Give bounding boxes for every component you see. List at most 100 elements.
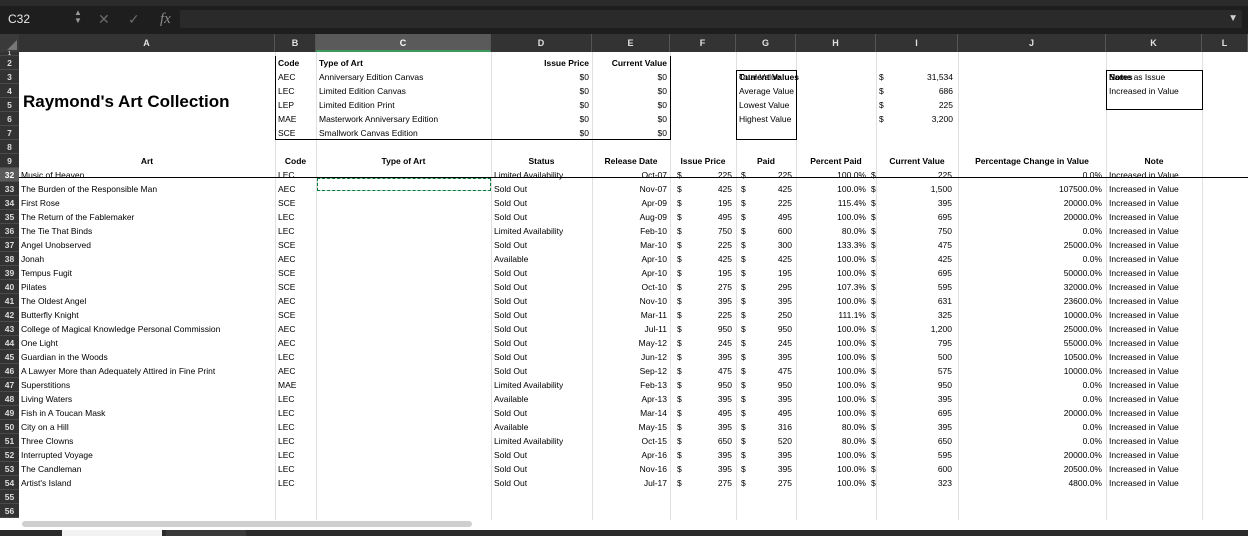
sheet-tab[interactable]	[166, 530, 246, 536]
release-date-cell[interactable]: Sep-12	[592, 364, 667, 378]
select-all-button[interactable]	[0, 34, 19, 52]
release-date-cell[interactable]: Apr-09	[592, 196, 667, 210]
note-cell[interactable]: Increased in Value	[1109, 238, 1179, 252]
release-date-cell[interactable]: Apr-10	[592, 252, 667, 266]
row-header-8[interactable]: 8	[0, 140, 19, 154]
status-cell[interactable]: Limited Availability	[494, 378, 563, 392]
percent-paid-cell[interactable]: 100.0%	[796, 364, 866, 378]
note-cell[interactable]: Increased in Value	[1109, 266, 1179, 280]
status-cell[interactable]: Limited Availability	[494, 434, 563, 448]
release-date-cell[interactable]: Mar-10	[592, 238, 667, 252]
percentage-change-cell[interactable]: 0.0%	[958, 168, 1102, 182]
table-header-note[interactable]: Note	[1106, 154, 1202, 168]
issue-price-cell[interactable]: 495	[670, 210, 732, 224]
note-cell[interactable]: Increased in Value	[1109, 350, 1179, 364]
code-cell[interactable]: SCE	[278, 266, 295, 280]
art-title-cell[interactable]: Jonah	[21, 252, 273, 266]
percentage-change-cell[interactable]: 4800.0%	[958, 476, 1102, 490]
spreadsheet-grid[interactable]: ABCDEFGHIJKL 1 2 3 4 5 6 7 8 9 32 33 34 35 36 37 38 39 40…	[0, 34, 1248, 530]
percent-paid-cell[interactable]: 107.3%	[796, 280, 866, 294]
code-cell[interactable]: LEC	[278, 210, 295, 224]
percent-paid-cell[interactable]: 100.0%	[796, 462, 866, 476]
status-cell[interactable]: Sold Out	[494, 462, 527, 476]
paid-cell[interactable]: 495	[736, 406, 792, 420]
release-date-cell[interactable]: Apr-13	[592, 392, 667, 406]
percentage-change-cell[interactable]: 10000.0%	[958, 308, 1102, 322]
row-header-36[interactable]: 36	[0, 224, 19, 238]
status-cell[interactable]: Sold Out	[494, 406, 527, 420]
note-cell[interactable]: Increased in Value	[1109, 308, 1179, 322]
status-cell[interactable]: Sold Out	[494, 294, 527, 308]
status-cell[interactable]: Sold Out	[494, 448, 527, 462]
release-date-cell[interactable]: Oct-07	[592, 168, 667, 182]
paid-cell[interactable]: 275	[736, 476, 792, 490]
paid-cell[interactable]: 600	[736, 224, 792, 238]
note-cell[interactable]: Increased in Value	[1109, 322, 1179, 336]
art-title-cell[interactable]: The Oldest Angel	[21, 294, 273, 308]
release-date-cell[interactable]: Nov-10	[592, 294, 667, 308]
percentage-change-cell[interactable]: 10500.0%	[958, 350, 1102, 364]
current-value-cell[interactable]: 950	[876, 378, 952, 392]
art-title-cell[interactable]: First Rose	[21, 196, 273, 210]
row-header-35[interactable]: 35	[0, 210, 19, 224]
percentage-change-cell[interactable]: 25000.0%	[958, 238, 1102, 252]
row-header-53[interactable]: 53	[0, 462, 19, 476]
row-header-42[interactable]: 42	[0, 308, 19, 322]
current-value-cell[interactable]: 425	[876, 252, 952, 266]
code-cell[interactable]: AEC	[278, 322, 295, 336]
note-cell[interactable]: Increased in Value	[1109, 448, 1179, 462]
table-header-paid[interactable]: Paid	[736, 154, 796, 168]
note-cell[interactable]: Increased in Value	[1109, 462, 1179, 476]
current-value-cell[interactable]: 395	[876, 196, 952, 210]
issue-price-cell[interactable]: 275	[670, 280, 732, 294]
row-header-51[interactable]: 51	[0, 434, 19, 448]
issue-price-cell[interactable]: 275	[670, 476, 732, 490]
column-header-i[interactable]: I	[876, 34, 958, 52]
row-header-40[interactable]: 40	[0, 280, 19, 294]
issue-price-cell[interactable]: 195	[670, 266, 732, 280]
percent-paid-cell[interactable]: 100.0%	[796, 252, 866, 266]
row-header-9[interactable]: 9	[0, 154, 19, 168]
issue-price-cell[interactable]: 475	[670, 364, 732, 378]
issue-price-cell[interactable]: 225	[670, 238, 732, 252]
paid-cell[interactable]: 395	[736, 462, 792, 476]
art-title-cell[interactable]: Tempus Fugit	[21, 266, 273, 280]
code-cell[interactable]: AEC	[278, 294, 295, 308]
release-date-cell[interactable]: Oct-10	[592, 280, 667, 294]
column-header-j[interactable]: J	[958, 34, 1106, 52]
current-value-cell[interactable]: 1,500	[876, 182, 952, 196]
issue-price-cell[interactable]: 395	[670, 392, 732, 406]
current-value-cell[interactable]: 225	[876, 168, 952, 182]
note-cell[interactable]: Increased in Value	[1109, 406, 1179, 420]
release-date-cell[interactable]: Jul-17	[592, 476, 667, 490]
percent-paid-cell[interactable]: 100.0%	[796, 336, 866, 350]
status-cell[interactable]: Sold Out	[494, 364, 527, 378]
note-cell[interactable]: Increased in Value	[1109, 336, 1179, 350]
row-header-33[interactable]: 33	[0, 182, 19, 196]
paid-cell[interactable]: 225	[736, 168, 792, 182]
code-cell[interactable]: SCE	[278, 308, 295, 322]
art-title-cell[interactable]: Living Waters	[21, 392, 273, 406]
paid-cell[interactable]: 300	[736, 238, 792, 252]
status-cell[interactable]: Available	[494, 252, 528, 266]
code-cell[interactable]: SCE	[278, 280, 295, 294]
column-header-f[interactable]: F	[670, 34, 736, 52]
paid-cell[interactable]: 245	[736, 336, 792, 350]
row-header-43[interactable]: 43	[0, 322, 19, 336]
art-title-cell[interactable]: Pilates	[21, 280, 273, 294]
current-value-cell[interactable]: 575	[876, 364, 952, 378]
note-cell[interactable]: Increased in Value	[1109, 168, 1179, 182]
row-header-2[interactable]: 2	[0, 56, 19, 70]
current-value-cell[interactable]: 631	[876, 294, 952, 308]
row-header-50[interactable]: 50	[0, 420, 19, 434]
percent-paid-cell[interactable]: 80.0%	[796, 434, 866, 448]
current-value-cell[interactable]: 395	[876, 420, 952, 434]
paid-cell[interactable]: 316	[736, 420, 792, 434]
table-header-type-of-art[interactable]: Type of Art	[316, 154, 491, 168]
code-cell[interactable]: LEC	[278, 434, 295, 448]
current-value-cell[interactable]: 500	[876, 350, 952, 364]
paid-cell[interactable]: 950	[736, 378, 792, 392]
percentage-change-cell[interactable]: 0.0%	[958, 378, 1102, 392]
issue-price-cell[interactable]: 225	[670, 168, 732, 182]
code-cell[interactable]: LEC	[278, 392, 295, 406]
